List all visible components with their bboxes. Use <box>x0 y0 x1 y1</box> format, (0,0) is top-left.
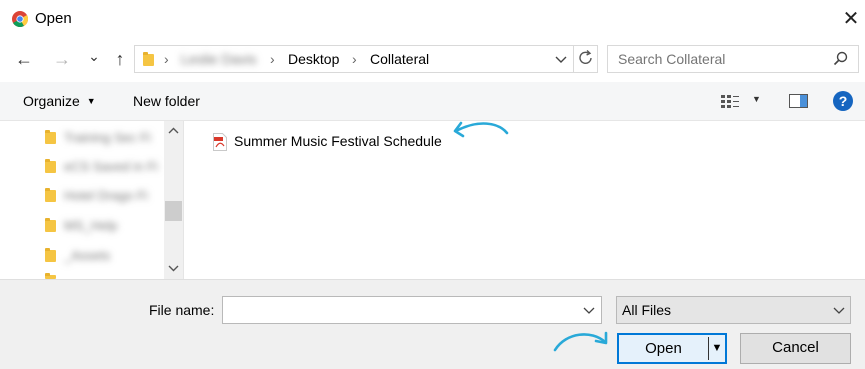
search-box[interactable] <box>607 45 859 73</box>
breadcrumb-collateral[interactable]: Collateral <box>370 51 429 67</box>
pdf-icon <box>213 133 227 151</box>
navigation-scrollbar[interactable] <box>164 121 183 279</box>
file-name: Summer Music Festival Schedule <box>234 133 442 149</box>
caret-down-icon: ▼ <box>86 96 96 106</box>
view-dropdown-icon[interactable]: ▼ <box>752 94 761 104</box>
search-icon[interactable] <box>832 50 850 68</box>
folder-icon <box>45 248 56 262</box>
file-list: Summer Music Festival Schedule <box>185 121 865 279</box>
breadcrumb-desktop[interactable]: Desktop <box>288 51 339 67</box>
recent-locations-button[interactable]: ⌄ <box>86 44 102 68</box>
file-name-combobox[interactable] <box>222 296 602 324</box>
tree-item-label: _Assets <box>64 248 111 263</box>
tree-item[interactable]: Training Sec Fi <box>45 130 163 146</box>
new-folder-button[interactable]: New folder <box>133 93 200 109</box>
tree-item-label: Training Sec Fi <box>64 130 151 145</box>
organize-button[interactable]: Organize ▼ <box>23 93 96 109</box>
breadcrumb-user[interactable]: Leslie Davis <box>181 51 256 67</box>
search-input[interactable] <box>616 49 826 69</box>
view-options-icon[interactable] <box>720 93 740 109</box>
folder-icon <box>45 159 56 173</box>
refresh-icon <box>579 49 592 64</box>
breadcrumb-separator: › <box>270 51 275 67</box>
help-icon[interactable]: ? <box>833 91 853 111</box>
chevron-down-icon <box>555 56 567 63</box>
breadcrumb-separator: › <box>352 51 357 67</box>
tree-item[interactable]: _Assets <box>45 248 163 264</box>
up-arrow-icon: ↑ <box>115 49 125 69</box>
chevron-down-icon: ⌄ <box>88 48 100 64</box>
tree-item-label: eCS Saved in Fi <box>64 159 158 174</box>
address-dropdown-button[interactable] <box>551 48 571 70</box>
organize-label: Organize <box>23 93 80 109</box>
forward-button[interactable]: → <box>50 47 74 71</box>
cancel-button[interactable]: Cancel <box>740 333 851 364</box>
address-bar[interactable]: › Leslie Davis › Desktop › Collateral <box>134 45 598 73</box>
scrollbar-thumb[interactable] <box>165 201 182 221</box>
folder-icon <box>45 188 56 202</box>
preview-pane-icon[interactable] <box>789 93 808 109</box>
open-button-label: Open <box>645 340 682 357</box>
tree-item[interactable]: MS_Help <box>45 218 163 234</box>
folder-icon <box>45 218 56 232</box>
refresh-button[interactable] <box>573 45 598 73</box>
close-icon[interactable]: ✕ <box>838 6 864 32</box>
open-button[interactable]: Open ▼ <box>617 333 727 364</box>
back-arrow-icon: ← <box>15 49 33 69</box>
bottom-panel <box>0 279 865 369</box>
forward-arrow-icon: → <box>53 49 71 69</box>
file-name-label: File name: <box>149 302 215 318</box>
open-dropdown-icon[interactable]: ▼ <box>709 335 725 362</box>
folder-icon <box>45 130 56 144</box>
up-button[interactable]: ↑ <box>108 47 132 71</box>
tree-item[interactable]: eCS Saved in Fi <box>45 159 163 175</box>
file-type-select[interactable]: All Files <box>616 296 851 324</box>
folder-icon <box>143 52 154 66</box>
file-type-value: All Files <box>622 302 672 318</box>
title-bar: Open ✕ <box>0 0 865 38</box>
window-title: Open <box>35 10 72 27</box>
annotation-arrow-icon <box>453 121 509 138</box>
chevron-down-icon <box>833 307 845 314</box>
navigation-pane: Training Sec Fi eCS Saved in Fi Hotel Dr… <box>0 121 184 279</box>
toolbar: Organize ▼ New folder ▼ ? <box>0 82 865 121</box>
breadcrumb-separator: › <box>164 51 169 67</box>
scroll-up-icon[interactable] <box>167 126 180 136</box>
annotation-arrow-icon <box>553 331 608 352</box>
chrome-icon <box>12 11 28 27</box>
chevron-down-icon[interactable] <box>581 302 597 318</box>
file-name-field[interactable] <box>227 300 567 320</box>
scroll-down-icon[interactable] <box>167 263 180 273</box>
tree-item[interactable]: Hotel Drago Fi <box>45 188 163 204</box>
back-button[interactable]: ← <box>12 47 36 71</box>
list-item[interactable]: Summer Music Festival Schedule <box>212 132 452 152</box>
tree-item-label: MS_Help <box>64 218 118 233</box>
tree-item-label: Hotel Drago Fi <box>64 188 148 203</box>
